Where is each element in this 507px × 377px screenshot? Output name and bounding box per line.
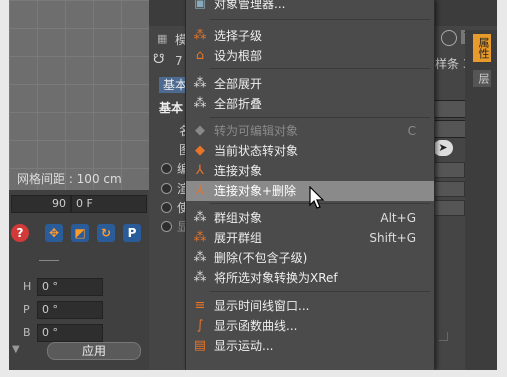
menu-item-convert-xref[interactable]: ⁂ 将所选对象转换为XRef: [186, 268, 434, 288]
panel-grip-icon: ▦: [157, 32, 168, 45]
dropdown-arrow-icon[interactable]: ▼: [12, 344, 20, 355]
radio-display[interactable]: [161, 221, 172, 232]
coord-b-field[interactable]: 0 °: [37, 324, 103, 342]
move-tool-icon[interactable]: ✥: [45, 224, 63, 242]
app-window: 网格间距 : 100 cm 90 0 F ? ✥ ◩ ↻ P H 0 ° P 0…: [9, 0, 497, 370]
radio-render-vis[interactable]: [161, 183, 172, 194]
target-icon[interactable]: [441, 30, 457, 46]
divider: [39, 260, 59, 261]
polygon-pen-icon[interactable]: P: [123, 224, 141, 242]
coord-p-field[interactable]: 0 °: [37, 301, 103, 319]
rotate-tool-icon[interactable]: ↻: [97, 224, 115, 242]
current-state-to-object-icon: ◆: [195, 143, 205, 158]
basic-header: 基本: [159, 101, 184, 115]
expand-group-icon: ⁂: [193, 230, 207, 245]
select-children-icon: ⁂: [193, 28, 207, 43]
coord-h-label: H: [23, 280, 32, 293]
coord-p-label: P: [23, 303, 30, 316]
coord-b-label: B: [23, 326, 31, 339]
expand-all-icon: ⁂: [193, 76, 207, 91]
apply-button[interactable]: 应用: [47, 342, 141, 360]
context-menu: ▣ 对象管理器... ⁂ 选择子级 ⌂ 设为根部 ⁂ 全部展开 ⁂ 全部折叠 ◆…: [185, 0, 435, 370]
collapse-all-icon: ⁂: [193, 96, 207, 111]
menu-item-function-curves[interactable]: ∫ 显示函数曲线...: [186, 316, 434, 336]
connect-delete-icon: ⅄: [196, 183, 204, 198]
pick-arrow-icon[interactable]: ➤: [433, 140, 453, 156]
timeline-window-icon: ≡: [194, 298, 206, 313]
coord-h-field[interactable]: 0 °: [37, 278, 103, 296]
resize-grip-icon[interactable]: [439, 332, 448, 341]
radio-editor-vis[interactable]: [161, 163, 172, 174]
radio-use-color[interactable]: [161, 202, 172, 213]
object-manager-icon: ▣: [193, 0, 207, 11]
show-motion-icon: ▤: [193, 338, 207, 353]
menu-item-current-state-to-object[interactable]: ◆ 当前状态转对象: [186, 141, 434, 161]
menu-item-set-root[interactable]: ⌂ 设为根部: [186, 46, 434, 66]
menu-item-object-manager-partial[interactable]: ▣ 对象管理器...: [186, 0, 434, 14]
mouse-cursor-icon: [309, 186, 325, 209]
function-curves-icon: ∫: [196, 318, 204, 333]
frame-unit-field[interactable]: 0 F: [71, 195, 147, 213]
make-editable-icon: ◆: [195, 123, 205, 138]
help-icon[interactable]: ?: [11, 224, 29, 242]
delete-without-children-icon: ⁂: [193, 250, 207, 265]
side-tab-layers[interactable]: 层: [473, 70, 491, 87]
object-icon: ☋: [153, 52, 165, 67]
menu-item-collapse-all[interactable]: ⁂ 全部折叠: [186, 94, 434, 114]
menu-item-timeline-window[interactable]: ≡ 显示时间线窗口...: [186, 296, 434, 316]
menu-separator: [210, 68, 430, 69]
menu-separator: [210, 291, 430, 292]
menu-separator: [210, 117, 430, 118]
menu-item-show-motion[interactable]: ▤ 显示运动...: [186, 336, 434, 356]
menu-item-group-objects[interactable]: ⁂ 群组对象 Alt+G: [186, 208, 434, 228]
set-root-icon: ⌂: [195, 48, 205, 63]
menu-separator: [210, 19, 430, 20]
convert-xref-icon: ⁂: [193, 270, 207, 285]
viewport[interactable]: [9, 0, 149, 190]
menu-item-select-children[interactable]: ⁂ 选择子级: [186, 26, 434, 46]
menu-item-expand-group[interactable]: ⁂ 展开群组 Shift+G: [186, 228, 434, 248]
menu-item-delete-without-children[interactable]: ⁂ 删除(不包含子级): [186, 248, 434, 268]
menu-item-make-editable: ◆ 转为可编辑对象 C: [186, 121, 434, 141]
group-objects-icon: ⁂: [193, 210, 207, 225]
attr-num-label: 7: [175, 54, 183, 68]
menu-item-connect-objects[interactable]: ⅄ 连接对象: [186, 161, 434, 181]
scale-tool-icon[interactable]: ◩: [71, 224, 89, 242]
menu-item-expand-all[interactable]: ⁂ 全部展开: [186, 74, 434, 94]
connect-objects-icon: ⅄: [196, 163, 204, 178]
side-tab-attributes[interactable]: 属性: [473, 34, 491, 62]
frame-value-field[interactable]: 90: [11, 195, 71, 213]
side-tab-strip: 属性 层: [465, 30, 497, 370]
grid-spacing-label: 网格间距 : 100 cm: [17, 172, 122, 186]
